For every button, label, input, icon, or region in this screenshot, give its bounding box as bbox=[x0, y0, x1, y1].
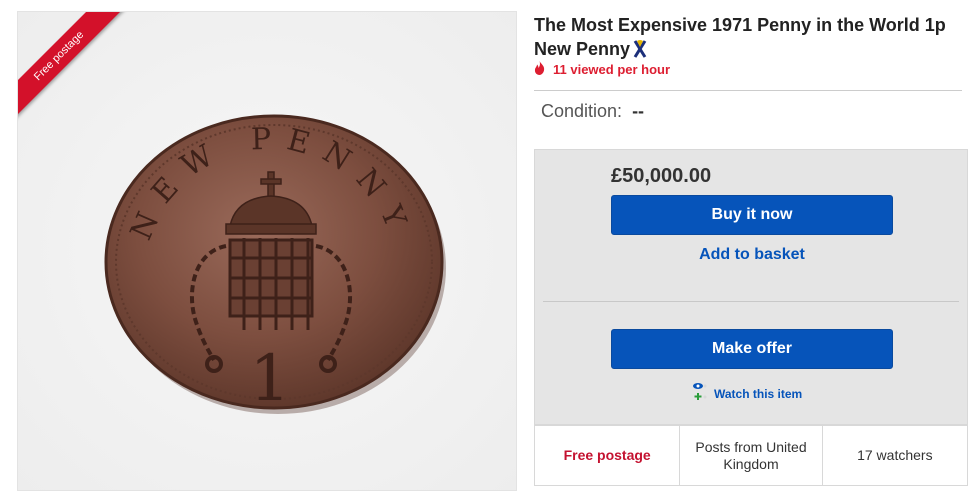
watch-item-link[interactable]: Watch this item bbox=[693, 382, 802, 405]
item-price: £50,000.00 bbox=[611, 165, 712, 187]
item-title-text: The Most Expensive 1971 Penny in the Wor… bbox=[534, 15, 946, 59]
views-text: 11 viewed per hour bbox=[553, 62, 671, 77]
free-postage-ribbon: Free postage bbox=[18, 12, 142, 142]
watchers-count-cell: 17 watchers bbox=[857, 447, 933, 463]
shipping-info-bar: Free postage Posts from United Kingdom 1… bbox=[534, 425, 968, 486]
condition-row: Condition: -- bbox=[541, 101, 644, 122]
watch-item-label[interactable]: Watch this item bbox=[714, 387, 802, 401]
fire-icon bbox=[534, 61, 545, 78]
watch-eye-icon bbox=[693, 382, 707, 405]
divider bbox=[534, 90, 962, 91]
buy-it-now-button[interactable]: Buy it now bbox=[611, 195, 893, 235]
coin-value: 1 bbox=[250, 342, 291, 416]
ribbon-label: Free postage bbox=[18, 12, 128, 125]
item-image-panel[interactable]: NEW PENNY 1 Free postage bbox=[17, 11, 517, 491]
add-to-basket-link[interactable]: Add to basket bbox=[611, 246, 893, 264]
condition-label: Condition: bbox=[541, 101, 623, 121]
views-indicator: 11 viewed per hour bbox=[534, 61, 670, 78]
free-postage-cell: Free postage bbox=[535, 426, 681, 485]
condition-value: -- bbox=[632, 101, 645, 121]
item-title: The Most Expensive 1971 Penny in the Wor… bbox=[534, 13, 964, 64]
posts-from-cell: Posts from United Kingdom bbox=[680, 426, 823, 485]
buy-box: £50,000.00 Buy it now Add to basket Make… bbox=[534, 149, 968, 425]
divider bbox=[543, 301, 959, 302]
make-offer-button[interactable]: Make offer bbox=[611, 329, 893, 369]
